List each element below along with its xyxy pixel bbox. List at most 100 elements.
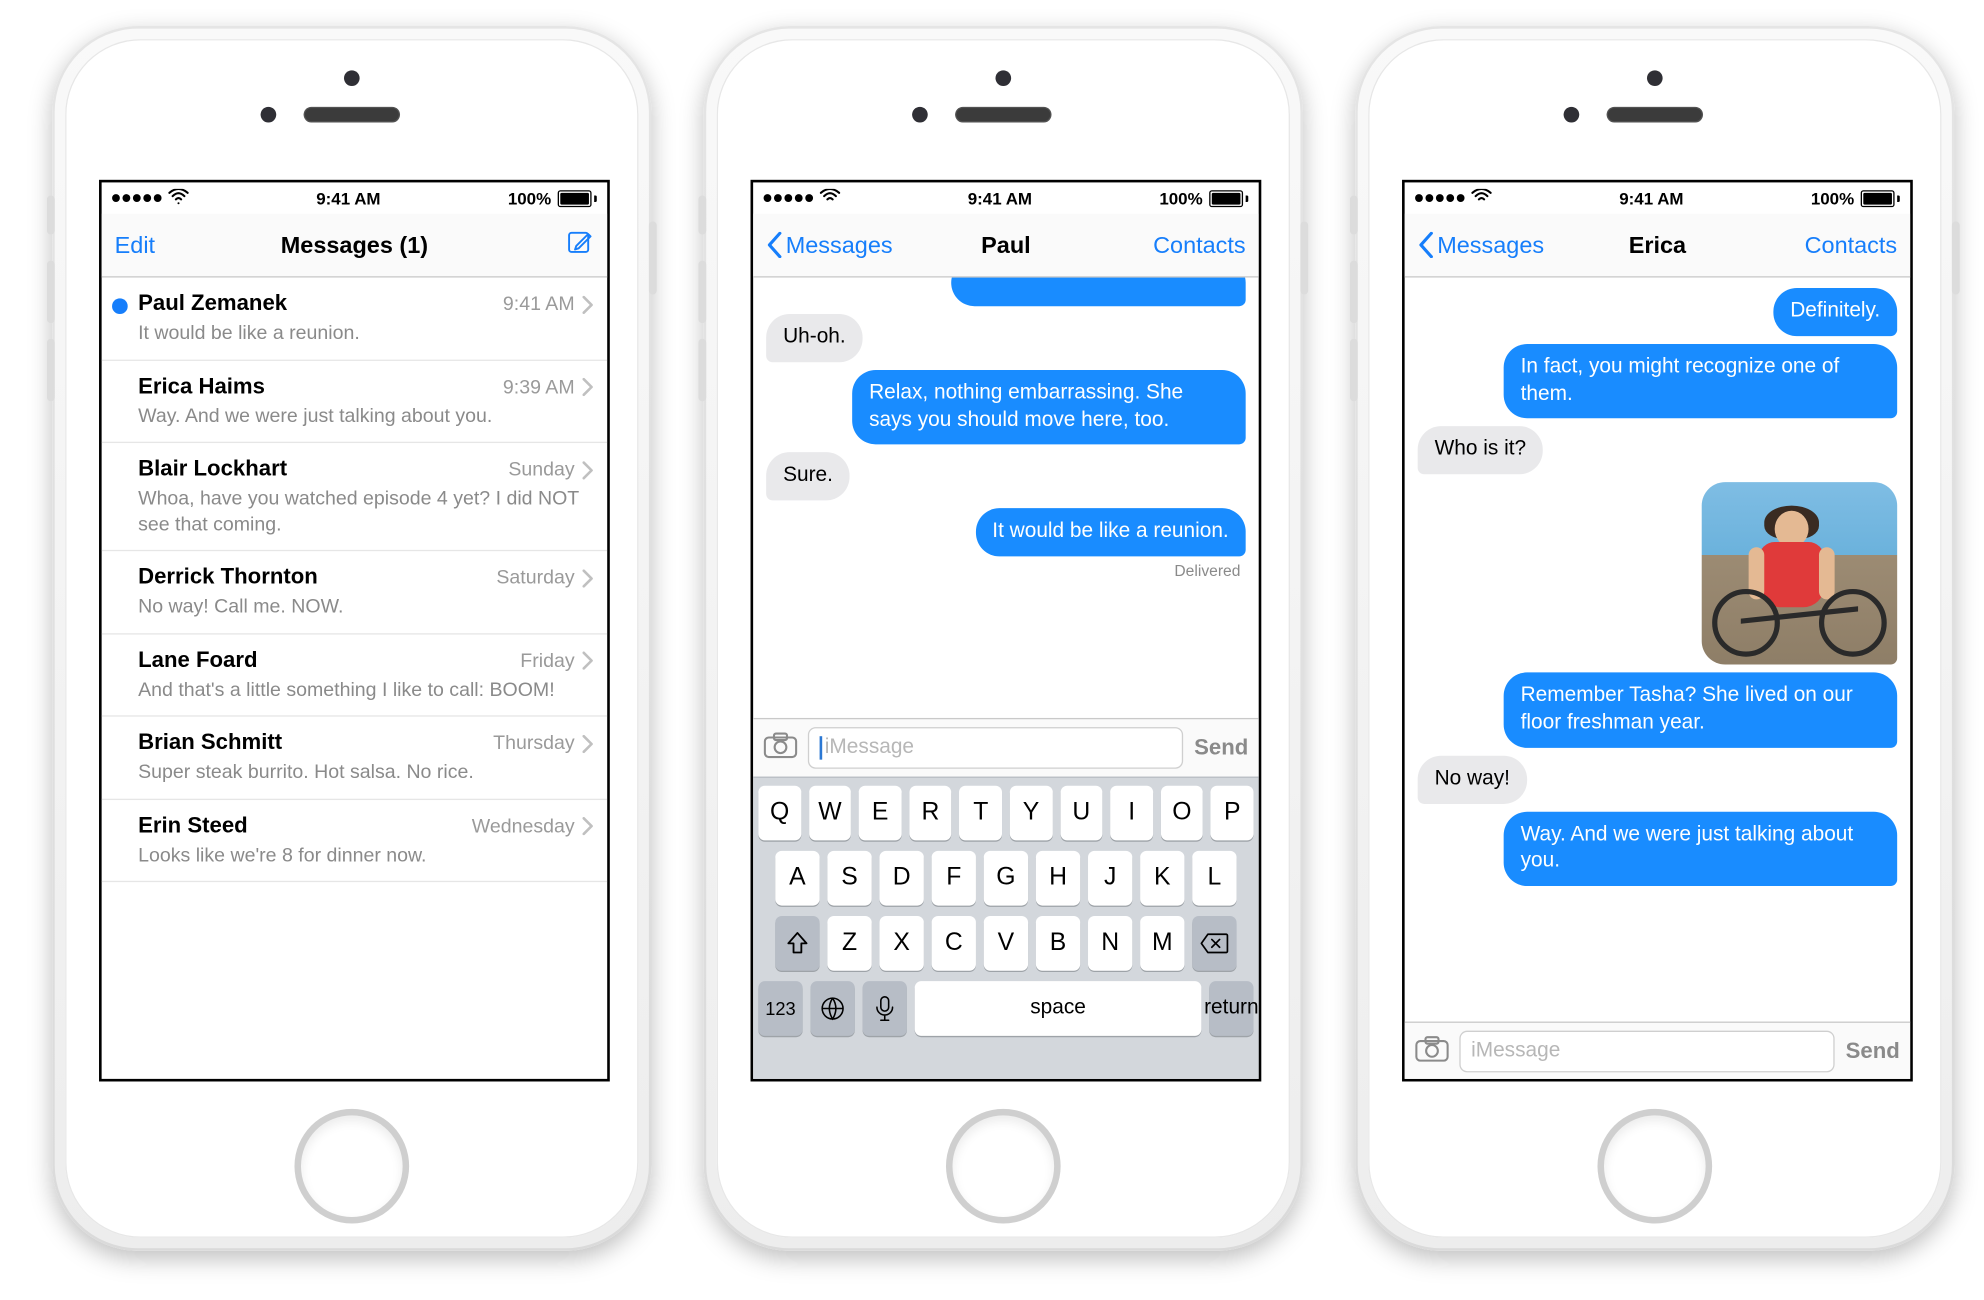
key-g[interactable]: G (984, 851, 1028, 906)
home-button[interactable] (1604, 1115, 1706, 1217)
key-p[interactable]: P (1211, 786, 1253, 841)
battery-pct: 100% (1811, 188, 1854, 208)
message-bubble-sent[interactable] (951, 278, 1245, 307)
back-button[interactable]: Messages (1418, 231, 1544, 258)
timestamp: Thursday (493, 732, 594, 754)
timestamp: 9:41 AM (503, 293, 594, 315)
message-bubble-sent[interactable]: Definitely. (1773, 288, 1897, 336)
key-r[interactable]: R (909, 786, 951, 841)
message-preview: Looks like we're 8 for dinner now. (138, 842, 594, 867)
key-e[interactable]: E (859, 786, 901, 841)
key-h[interactable]: H (1036, 851, 1080, 906)
key-k[interactable]: K (1140, 851, 1184, 906)
message-bubble-received[interactable]: No way! (1418, 755, 1527, 803)
message-image[interactable] (1702, 482, 1897, 664)
contacts-button[interactable]: Contacts (1805, 231, 1898, 258)
chevron-left-icon (766, 232, 783, 258)
message-bubble-sent[interactable]: In fact, you might recognize one of them… (1504, 344, 1898, 419)
key-n[interactable]: N (1088, 916, 1132, 971)
key-delete[interactable] (1192, 916, 1236, 971)
key-space[interactable]: space (915, 981, 1202, 1036)
cell-signal-icon (112, 194, 162, 202)
conversation-row[interactable]: Erin SteedWednesday Looks like we're 8 f… (102, 799, 608, 882)
key-d[interactable]: D (880, 851, 924, 906)
shift-icon (786, 932, 809, 955)
screen: 9:41 AM 100% Edit Messages (1) Paul Zema… (99, 180, 610, 1082)
conversation-row[interactable]: Erica Haims9:39 AM Way. And we were just… (102, 360, 608, 443)
camera-icon (1415, 1035, 1449, 1061)
message-bubble-received[interactable]: Uh-oh. (766, 314, 862, 362)
key-f[interactable]: F (932, 851, 976, 906)
conversation-row[interactable]: Brian SchmittThursday Super steak burrit… (102, 717, 608, 800)
contacts-button[interactable]: Contacts (1153, 231, 1246, 258)
key-j[interactable]: J (1088, 851, 1132, 906)
key-m[interactable]: M (1140, 916, 1184, 971)
message-bubble-received[interactable]: Sure. (766, 453, 850, 501)
message-bubble-sent[interactable]: Relax, nothing embarrassing. She says yo… (852, 370, 1246, 445)
message-list[interactable]: Definitely. In fact, you might recognize … (1405, 278, 1911, 1022)
message-input[interactable]: iMessage (808, 727, 1184, 769)
key-return[interactable]: return (1209, 981, 1253, 1036)
key-z[interactable]: Z (827, 916, 871, 971)
edit-button[interactable]: Edit (115, 231, 155, 258)
earpiece-speaker (304, 107, 400, 123)
key-shift[interactable] (775, 916, 819, 971)
mute-switch (1350, 195, 1358, 234)
key-b[interactable]: B (1036, 916, 1080, 971)
contact-name: Erica Haims (138, 373, 265, 399)
key-i[interactable]: I (1110, 786, 1152, 841)
home-button[interactable] (952, 1115, 1054, 1217)
key-y[interactable]: Y (1010, 786, 1052, 841)
compose-button[interactable] (566, 227, 595, 262)
wifi-icon (1471, 188, 1492, 208)
iphone-device: 9:41 AM 100% Messages Erica Contacts Def… (1355, 26, 1954, 1251)
proximity-sensor (912, 107, 928, 123)
key-l[interactable]: L (1192, 851, 1236, 906)
key-q[interactable]: Q (758, 786, 800, 841)
key-s[interactable]: S (827, 851, 871, 906)
message-bubble-received[interactable]: Who is it? (1418, 427, 1543, 475)
message-bubble-sent[interactable]: Way. And we were just talking about you. (1504, 811, 1898, 886)
proximity-sensor (1564, 107, 1580, 123)
key-a[interactable]: A (775, 851, 819, 906)
home-button[interactable] (301, 1115, 403, 1217)
message-input[interactable]: iMessage (1459, 1031, 1835, 1073)
message-preview: It would be like a reunion. (138, 321, 594, 346)
key-c[interactable]: C (932, 916, 976, 971)
key-u[interactable]: U (1060, 786, 1102, 841)
conversation-list[interactable]: Paul Zemanek 9:41 AM It would be like a r… (102, 278, 608, 1081)
mute-switch (47, 195, 55, 234)
key-t[interactable]: T (960, 786, 1002, 841)
send-button[interactable]: Send (1194, 735, 1248, 761)
key-mic[interactable] (863, 981, 907, 1036)
screen: 9:41 AM 100% Messages Paul Contacts Uh-o… (751, 180, 1262, 1082)
back-button[interactable]: Messages (766, 231, 892, 258)
status-bar: 9:41 AM 100% (1405, 182, 1911, 213)
message-bubble-sent[interactable]: It would be like a reunion. (975, 508, 1245, 556)
chevron-right-icon (582, 378, 594, 396)
chat-area: Uh-oh. Relax, nothing embarrassing. She s… (753, 278, 1259, 1081)
conversation-row[interactable]: Paul Zemanek 9:41 AM It would be like a r… (102, 278, 608, 361)
key-o[interactable]: O (1161, 786, 1203, 841)
key-w[interactable]: W (809, 786, 851, 841)
nav-title: Messages (1) (102, 231, 608, 258)
key-v[interactable]: V (984, 916, 1028, 971)
key-mode[interactable]: 123 (758, 981, 802, 1036)
conversation-row[interactable]: Derrick ThorntonSaturday No way! Call me… (102, 551, 608, 634)
key-x[interactable]: X (880, 916, 924, 971)
send-button[interactable]: Send (1846, 1038, 1900, 1064)
timestamp: Friday (520, 650, 594, 672)
conversation-row[interactable]: Lane FoardFriday And that's a little som… (102, 634, 608, 717)
chevron-left-icon (1418, 232, 1435, 258)
volume-up-button (47, 261, 55, 324)
key-globe[interactable] (810, 981, 854, 1036)
message-bubble-sent[interactable]: Remember Tasha? She lived on our floor f… (1504, 673, 1898, 748)
contact-name: Paul Zemanek (138, 291, 287, 317)
camera-button[interactable] (1415, 1035, 1449, 1068)
delivered-label: Delivered (1174, 562, 1240, 580)
message-list[interactable]: Uh-oh. Relax, nothing embarrassing. She s… (753, 278, 1259, 718)
chevron-right-icon (582, 295, 594, 313)
back-label: Messages (786, 231, 893, 258)
camera-button[interactable] (764, 732, 798, 765)
conversation-row[interactable]: Blair LockhartSunday Whoa, have you watc… (102, 443, 608, 551)
